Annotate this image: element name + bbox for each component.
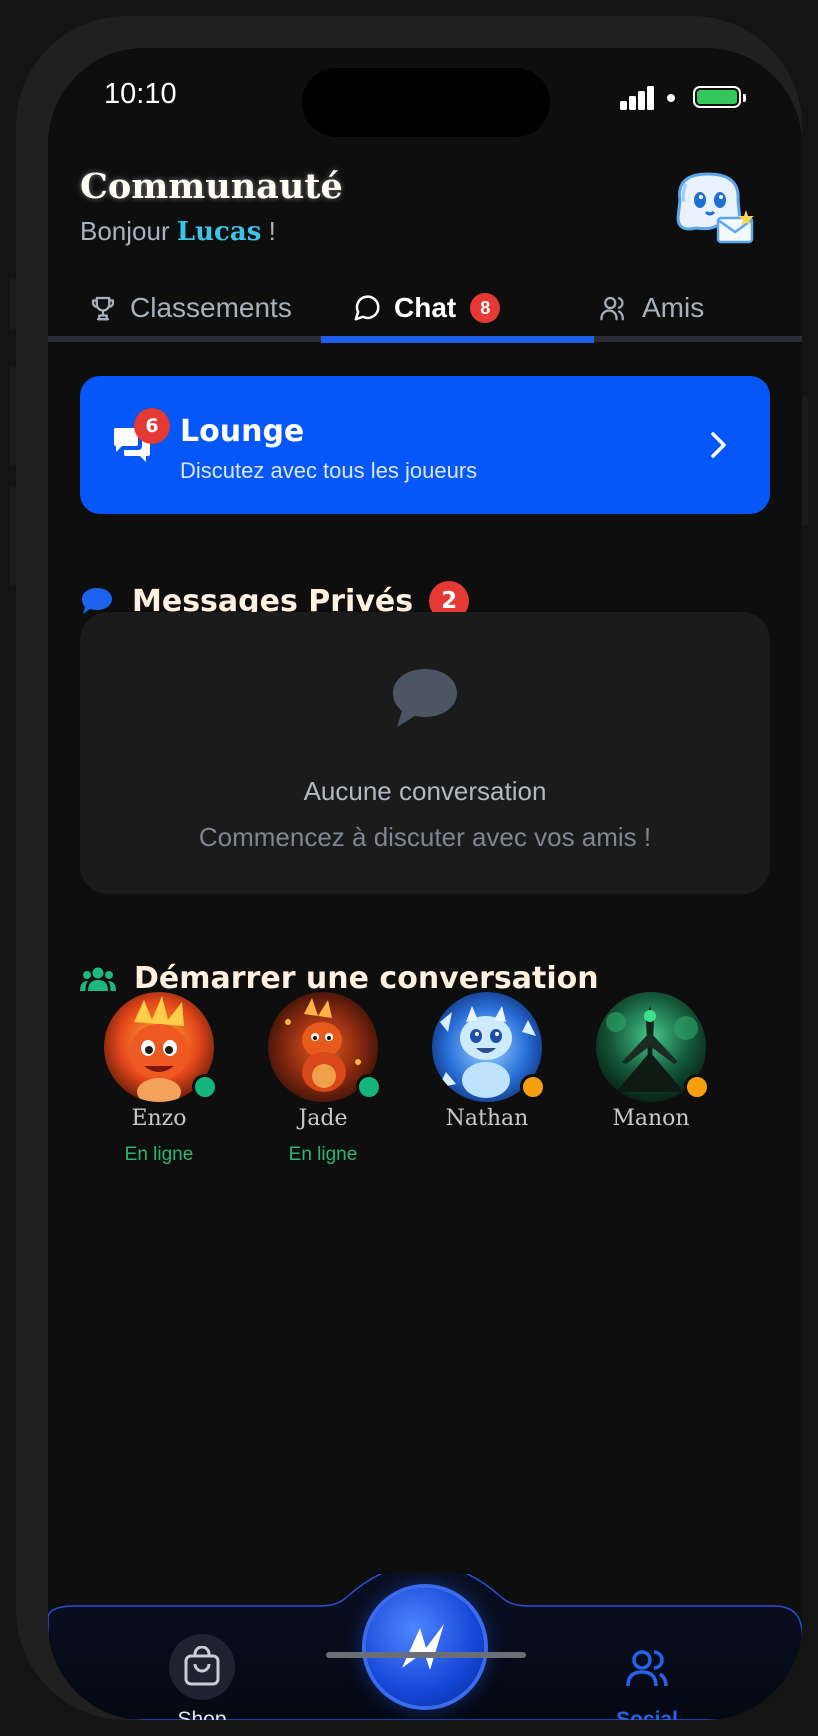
lounge-subtitle: Discutez avec tous les joueurs	[180, 458, 478, 483]
username: Lucas	[176, 217, 262, 247]
nav-social-label[interactable]: Social	[598, 1708, 696, 1720]
users-icon[interactable]	[624, 1648, 670, 1688]
nav-shop-label[interactable]: Shop	[154, 1708, 250, 1720]
friend-name: Enzo	[131, 1106, 187, 1131]
friend-name: Manon	[612, 1106, 690, 1131]
friend-name: Jade	[298, 1106, 348, 1131]
active-tab-indicator	[321, 336, 594, 343]
friends-list: Enzo En ligne Jade En ligne Nathan Manon	[88, 992, 768, 1192]
home-indicator	[326, 1652, 526, 1658]
shopping-bag-icon[interactable]	[183, 1646, 221, 1688]
empty-title: Aucune conversation	[303, 776, 547, 806]
chat-bubble-icon	[393, 669, 457, 727]
chat-bubble-icon	[354, 295, 380, 321]
bottom-nav: Shop Social	[48, 1574, 802, 1720]
app-screen: 10:10 Communauté Bonjour Lucas ! Classem…	[48, 48, 802, 1720]
friend-manon[interactable]: Manon	[580, 992, 720, 1182]
tab-amis-label: Amis	[642, 292, 705, 323]
chat-unread-badge: 8	[470, 293, 501, 323]
tab-chat-label: Chat	[394, 292, 457, 323]
mascot-mail-icon[interactable]	[666, 160, 758, 256]
friend-nathan[interactable]: Nathan	[416, 992, 556, 1182]
status-time: 10:10	[104, 78, 177, 110]
center-app-button[interactable]	[366, 1588, 484, 1706]
phone-frame: 10:10 Communauté Bonjour Lucas ! Classem…	[16, 16, 802, 1720]
start-conversation-header: Démarrer une conversation	[80, 961, 599, 996]
tab-chat[interactable]: Chat 8	[352, 276, 501, 340]
dynamic-island	[302, 68, 550, 137]
status-dot	[667, 94, 675, 102]
tab-bar: Classements Chat 8 Amis	[48, 276, 802, 340]
online-status-dot	[192, 1074, 218, 1100]
status-bar: 10:10	[48, 48, 802, 158]
app-logo-icon	[402, 1624, 444, 1670]
friend-status: En ligne	[288, 1144, 358, 1165]
away-status-dot	[684, 1074, 710, 1100]
cellular-signal-icon	[620, 86, 654, 110]
empty-conversations-card: Aucune conversation Commencez à discuter…	[80, 612, 770, 894]
away-status-dot	[520, 1074, 546, 1100]
tab-classements-label: Classements	[130, 292, 292, 323]
lounge-title: Lounge	[180, 414, 305, 449]
friend-jade[interactable]: Jade En ligne	[252, 992, 392, 1182]
tab-amis[interactable]: Amis	[598, 276, 704, 340]
users-icon	[600, 296, 624, 321]
greeting-prefix: Bonjour	[80, 216, 170, 246]
friend-enzo[interactable]: Enzo En ligne	[88, 992, 228, 1182]
greeting: Bonjour Lucas !	[80, 216, 276, 247]
online-status-dot	[356, 1074, 382, 1100]
chevron-right-icon	[711, 432, 726, 458]
tab-classements[interactable]: Classements	[88, 276, 292, 340]
trophy-icon	[91, 296, 115, 321]
empty-subtitle: Commencez à discuter avec vos amis !	[198, 822, 652, 852]
group-users-icon	[80, 967, 116, 991]
page-title: Communauté	[80, 166, 343, 207]
lounge-card[interactable]: 6 Lounge Discutez avec tous les joueurs	[80, 376, 770, 514]
lounge-badge: 6	[134, 408, 170, 444]
battery-icon	[693, 86, 746, 108]
greeting-suffix: !	[268, 216, 276, 246]
friend-status: En ligne	[124, 1144, 194, 1165]
start-conversation-title: Démarrer une conversation	[134, 961, 599, 996]
friend-name: Nathan	[445, 1106, 529, 1131]
